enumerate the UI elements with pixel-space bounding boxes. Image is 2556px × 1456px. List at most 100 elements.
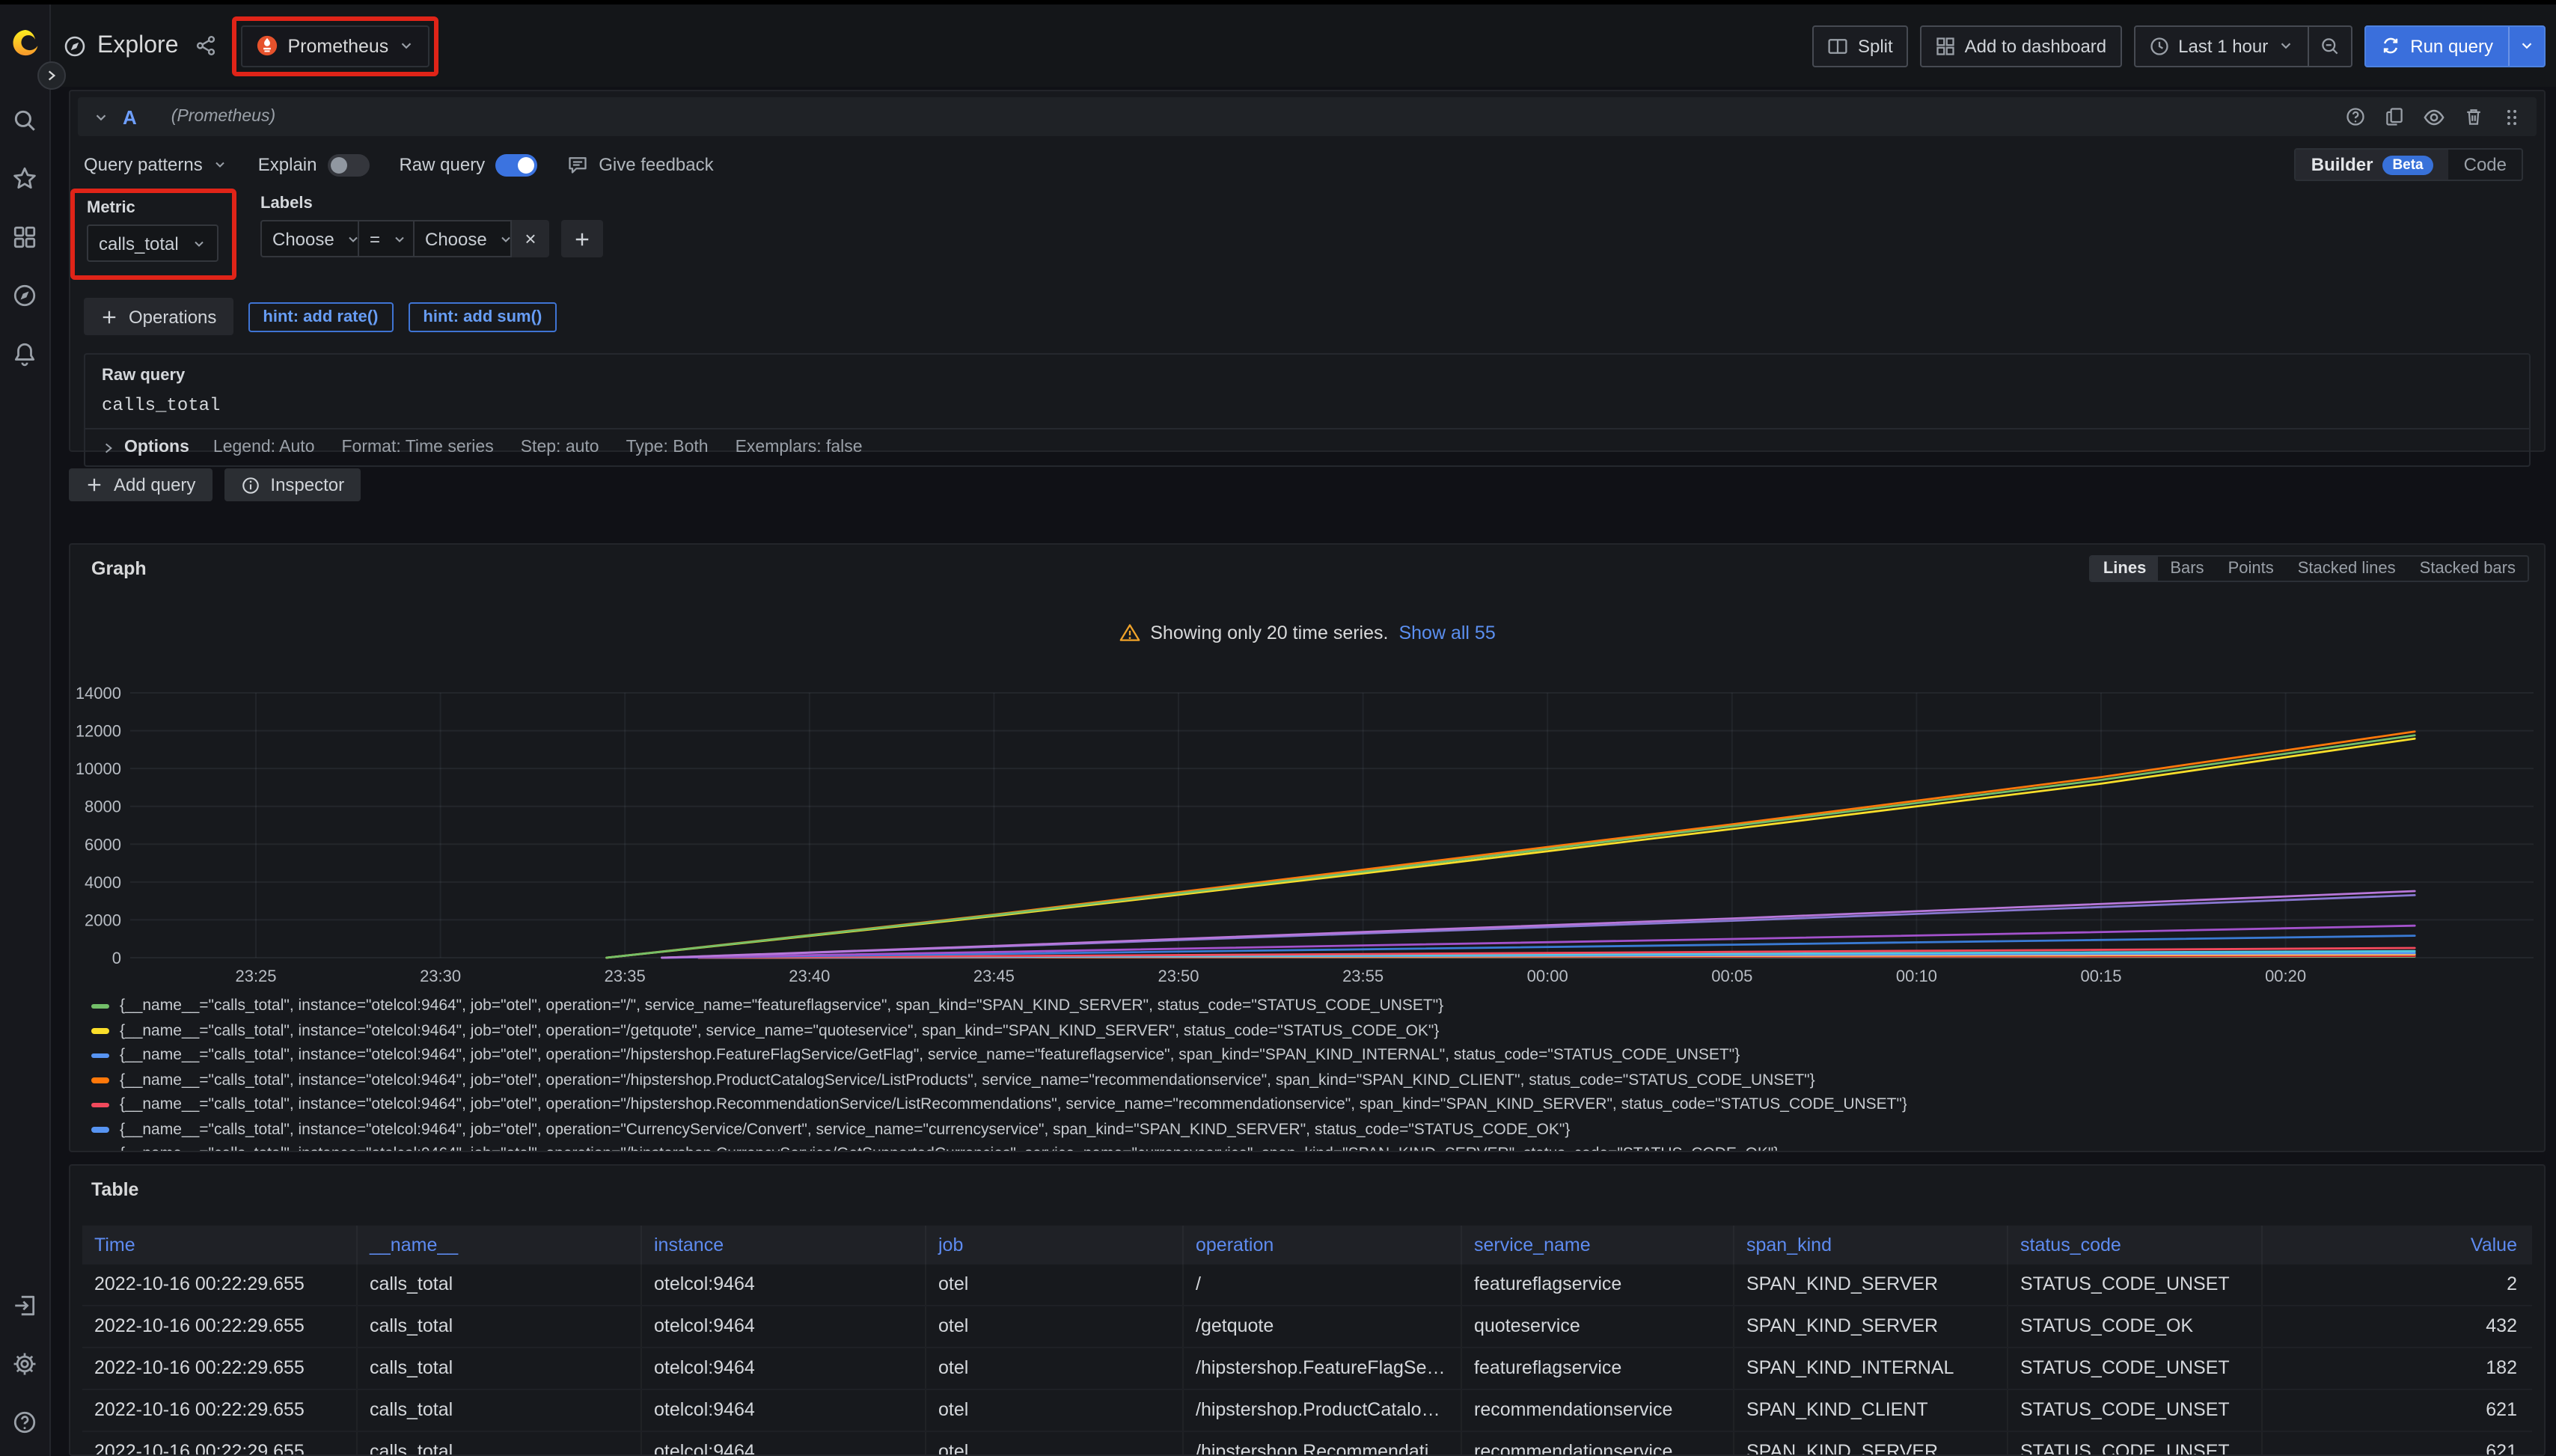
query-row-header[interactable]: A (Prometheus): [78, 97, 2537, 136]
compass-icon: [63, 34, 87, 58]
add-query-button[interactable]: Add query: [69, 468, 212, 501]
table-column-header[interactable]: Value: [2263, 1226, 2532, 1264]
query-hint-button-0[interactable]: hint: add rate(): [248, 302, 393, 331]
legend-item[interactable]: {__name__="calls_total", instance="otelc…: [91, 1117, 2529, 1142]
graph-panel: Graph LinesBarsPointsStacked linesStacke…: [69, 543, 2546, 1152]
add-to-dashboard-button[interactable]: Add to dashboard: [1920, 25, 2122, 67]
table-column-header[interactable]: __name__: [358, 1226, 642, 1264]
svg-text:6000: 6000: [85, 835, 121, 854]
sidebar-item-sign-in[interactable]: [12, 1293, 37, 1318]
graph-mode-stacked-bars[interactable]: Stacked bars: [2408, 557, 2528, 581]
table-cell: calls_total: [358, 1264, 642, 1305]
editor-mode-switch: Builder Beta Code: [2295, 148, 2523, 181]
label-value-select[interactable]: Choose: [413, 220, 512, 257]
inspector-label: Inspector: [270, 474, 344, 495]
legend-item[interactable]: {__name__="calls_total", instance="otelc…: [91, 1142, 2529, 1151]
legend-label-text: {__name__="calls_total", instance="otelc…: [120, 1022, 1439, 1040]
sidebar-item-starred[interactable]: [12, 166, 37, 192]
results-table: Time__name__instancejoboperationservice_…: [82, 1226, 2532, 1455]
duplicate-query-icon[interactable]: [2384, 106, 2405, 127]
table-cell: 2: [2263, 1264, 2532, 1305]
top-navbar: Explore Prometheus Split: [51, 4, 2556, 87]
table-column-header[interactable]: job: [926, 1226, 1184, 1264]
graph-mode-stacked-lines[interactable]: Stacked lines: [2286, 557, 2408, 581]
raw-query-toggle[interactable]: [495, 153, 537, 176]
query-option-item: Type: Both: [626, 438, 709, 456]
drag-handle-icon[interactable]: [2502, 107, 2522, 126]
svg-text:4000: 4000: [85, 873, 121, 892]
table-column-header[interactable]: instance: [642, 1226, 926, 1264]
table-column-header[interactable]: status_code: [2008, 1226, 2263, 1264]
sidebar-item-dashboards[interactable]: [12, 224, 37, 250]
query-patterns-dropdown[interactable]: Query patterns: [84, 154, 228, 175]
metric-highlight-box: Metric calls_total: [70, 189, 236, 280]
table-cell: calls_total: [358, 1390, 642, 1431]
metric-select[interactable]: calls_total: [87, 224, 218, 262]
table-column-header[interactable]: span_kind: [1734, 1226, 2008, 1264]
label-operator-select[interactable]: =: [358, 220, 415, 257]
sidebar-item-help[interactable]: [12, 1410, 37, 1435]
show-all-series-link[interactable]: Show all 55: [1398, 623, 1495, 643]
chevron-down-icon[interactable]: [93, 108, 109, 125]
query-datasource-hint: (Prometheus): [171, 108, 275, 126]
graph-mode-bars[interactable]: Bars: [2158, 557, 2216, 581]
run-query-button[interactable]: Run query: [2364, 25, 2546, 67]
legend-item[interactable]: {__name__="calls_total", instance="otelc…: [91, 994, 2529, 1018]
run-query-dropdown[interactable]: [2508, 26, 2544, 65]
table-cell: /hipstershop.ProductCatalogS...: [1184, 1390, 1462, 1431]
sidebar-expand-button[interactable]: [37, 61, 66, 90]
chevron-down-icon: [392, 231, 407, 246]
table-cell: featureflagservice: [1462, 1264, 1734, 1305]
add-label-filter-button[interactable]: [561, 220, 603, 257]
timeseries-chart[interactable]: 0200040006000800010000120001400023:2523:…: [70, 673, 2546, 1000]
close-icon: ×: [525, 227, 536, 250]
svg-text:23:35: 23:35: [605, 967, 646, 985]
legend-item[interactable]: {__name__="calls_total", instance="otelc…: [91, 1018, 2529, 1043]
table-row: 2022-10-16 00:22:29.655calls_totalotelco…: [82, 1348, 2532, 1390]
code-mode-tab[interactable]: Code: [2449, 150, 2522, 180]
table-column-header[interactable]: service_name: [1462, 1226, 1734, 1264]
datasource-picker[interactable]: Prometheus: [242, 25, 429, 67]
sidebar-item-alerting[interactable]: [12, 341, 37, 367]
run-query-label: Run query: [2410, 35, 2493, 56]
hide-query-eye-icon[interactable]: [2423, 105, 2445, 128]
graph-mode-points[interactable]: Points: [2216, 557, 2286, 581]
give-feedback-button[interactable]: Give feedback: [567, 154, 713, 175]
query-options-summary: Legend: AutoFormat: Time seriesStep: aut…: [213, 438, 863, 456]
legend-item[interactable]: {__name__="calls_total", instance="otelc…: [91, 1068, 2529, 1092]
datasource-name: Prometheus: [288, 35, 389, 56]
table-cell: 2022-10-16 00:22:29.655: [82, 1432, 358, 1455]
remove-label-filter-button[interactable]: ×: [512, 220, 549, 257]
label-value-value: Choose: [425, 228, 487, 249]
chevron-down-icon: [397, 37, 414, 54]
sidebar-item-settings[interactable]: [12, 1351, 37, 1377]
delete-query-trash-icon[interactable]: [2463, 106, 2484, 127]
svg-text:2000: 2000: [85, 911, 121, 929]
query-help-icon[interactable]: [2345, 106, 2366, 127]
options-collapse-toggle[interactable]: Options: [102, 438, 189, 456]
add-operations-button[interactable]: Operations: [84, 298, 233, 335]
builder-mode-tab[interactable]: Builder Beta: [2296, 150, 2449, 180]
table-cell: otelcol:9464: [642, 1264, 926, 1305]
table-column-header[interactable]: operation: [1184, 1226, 1462, 1264]
zoom-out-button[interactable]: [2307, 25, 2352, 67]
legend-item[interactable]: {__name__="calls_total", instance="otelc…: [91, 1092, 2529, 1117]
legend-item[interactable]: {__name__="calls_total", instance="otelc…: [91, 1043, 2529, 1068]
label-name-select[interactable]: Choose: [260, 220, 359, 257]
sidebar-item-explore[interactable]: [12, 283, 37, 308]
query-hint-button-1[interactable]: hint: add sum(): [408, 302, 557, 331]
table-cell: otelcol:9464: [642, 1432, 926, 1455]
share-icon[interactable]: [195, 34, 218, 57]
query-patterns-label: Query patterns: [84, 154, 203, 175]
inspector-button[interactable]: Inspector: [224, 468, 361, 501]
sidebar-item-search[interactable]: [12, 108, 37, 133]
table-column-header[interactable]: Time: [82, 1226, 358, 1264]
table-cell: 182: [2263, 1348, 2532, 1389]
time-range-picker[interactable]: Last 1 hour: [2133, 25, 2308, 67]
split-button[interactable]: Split: [1813, 25, 1908, 67]
table-cell: otelcol:9464: [642, 1306, 926, 1347]
table-cell: STATUS_CODE_OK: [2008, 1306, 2263, 1347]
graph-mode-lines[interactable]: Lines: [2091, 557, 2158, 581]
grafana-logo-icon[interactable]: [8, 27, 41, 63]
explain-toggle[interactable]: [327, 153, 369, 176]
